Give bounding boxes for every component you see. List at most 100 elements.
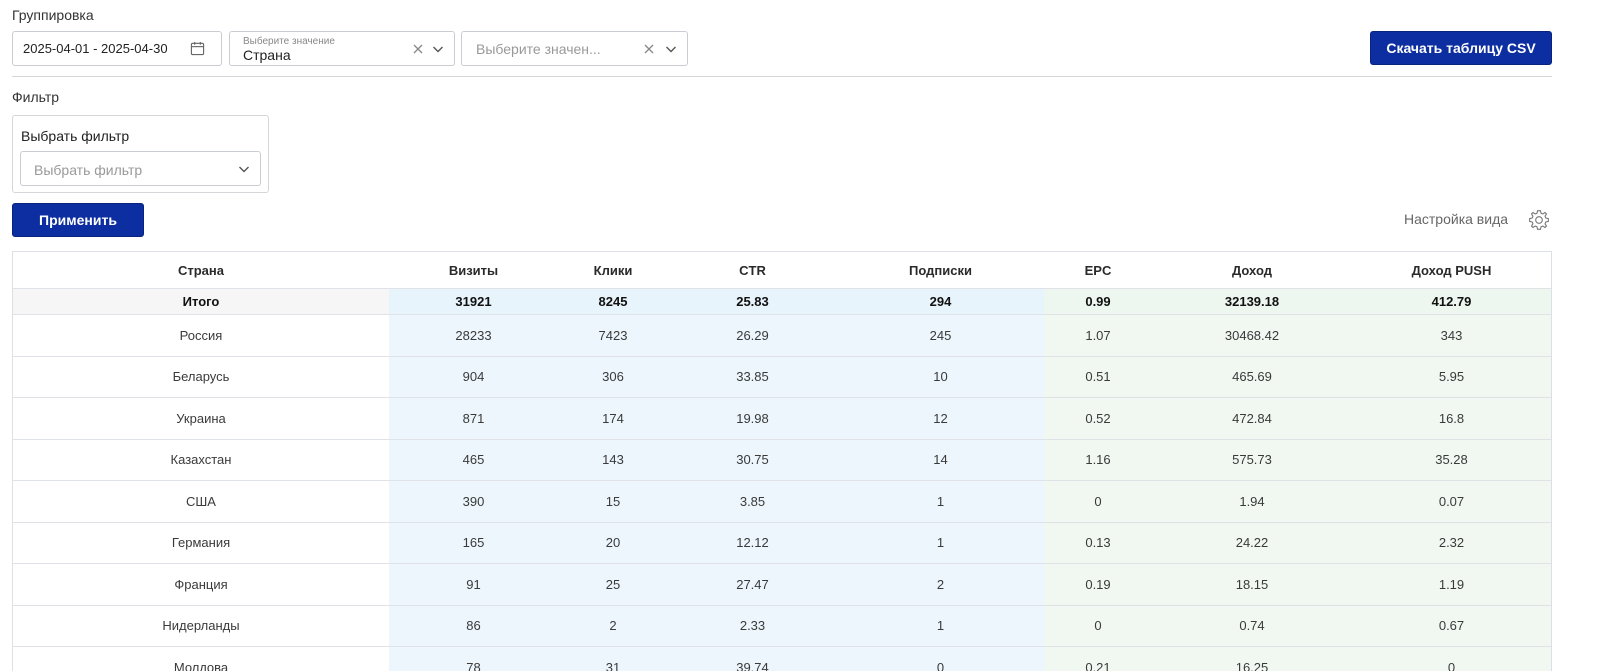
table-cell: 0 <box>1044 481 1152 523</box>
table-cell: Германия <box>13 522 389 564</box>
table-cell: 0.13 <box>1044 522 1152 564</box>
table-row[interactable]: Германия1652012.1210.1324.222.32 <box>13 522 1551 564</box>
table-cell: 465 <box>389 439 558 481</box>
table-cell: 15 <box>558 481 668 523</box>
table-cell: 0 <box>837 647 1044 671</box>
table-cell: 91 <box>389 564 558 606</box>
table-cell: 904 <box>389 356 558 398</box>
column-header[interactable]: CTR <box>668 252 837 289</box>
table-cell: 27.47 <box>668 564 837 606</box>
table-cell: 0.74 <box>1152 605 1352 647</box>
table-cell: 2.32 <box>1352 522 1551 564</box>
table-cell: 18.15 <box>1152 564 1352 606</box>
table-cell: 2 <box>558 605 668 647</box>
chevron-down-icon[interactable] <box>237 162 251 176</box>
table-cell: 465.69 <box>1152 356 1352 398</box>
table-cell: 78 <box>389 647 558 671</box>
table-total-row: Итого 31921 8245 25.83 294 0.99 32139.18… <box>13 289 1551 315</box>
table-cell: 294 <box>837 289 1044 315</box>
table-cell: 12.12 <box>668 522 837 564</box>
table-cell: 35.28 <box>1352 439 1551 481</box>
select-small-label: Выберите значение <box>243 36 335 47</box>
table-cell: 25.83 <box>668 289 837 315</box>
apply-button[interactable]: Применить <box>12 203 144 237</box>
column-header[interactable]: Доход <box>1152 252 1352 289</box>
grouping-select-1[interactable]: Выберите значение Страна <box>229 31 455 66</box>
table-row[interactable]: Нидерланды8622.33100.740.67 <box>13 605 1551 647</box>
table-cell: 0 <box>1352 647 1551 671</box>
table-cell: Нидерланды <box>13 605 389 647</box>
section-divider <box>12 76 1552 77</box>
table-cell: 12 <box>837 398 1044 440</box>
column-header[interactable]: Подписки <box>837 252 1044 289</box>
table-cell: 30.75 <box>668 439 837 481</box>
table-cell: 245 <box>837 315 1044 357</box>
table-cell: 33.85 <box>668 356 837 398</box>
filter-box: Выбрать фильтр Выбрать фильтр <box>12 115 269 193</box>
column-header[interactable]: EPC <box>1044 252 1152 289</box>
clear-icon[interactable] <box>642 42 656 56</box>
table-row[interactable]: Франция912527.4720.1918.151.19 <box>13 564 1551 606</box>
chevron-down-icon[interactable] <box>431 42 445 56</box>
table-cell: 390 <box>389 481 558 523</box>
table-row[interactable]: Беларусь90430633.85100.51465.695.95 <box>13 356 1551 398</box>
table-cell: 0.19 <box>1044 564 1152 606</box>
table-row[interactable]: Молдова783139.7400.2116.250 <box>13 647 1551 671</box>
table-cell: 0.21 <box>1044 647 1152 671</box>
column-header[interactable]: Визиты <box>389 252 558 289</box>
table-cell: 0.67 <box>1352 605 1551 647</box>
table-cell: 165 <box>389 522 558 564</box>
table-cell: 3.85 <box>668 481 837 523</box>
select-placeholder: Выберите значен... <box>476 41 601 57</box>
table-cell: 1.19 <box>1352 564 1551 606</box>
table-cell: 5.95 <box>1352 356 1551 398</box>
column-header[interactable]: Доход PUSH <box>1352 252 1551 289</box>
table-cell: 0.51 <box>1044 356 1152 398</box>
table-cell: 2.33 <box>668 605 837 647</box>
calendar-icon <box>190 41 205 56</box>
table-cell: 31 <box>558 647 668 671</box>
table-header-row: Страна Визиты Клики CTR Подписки EPC Дох… <box>13 252 1551 289</box>
table-cell: Россия <box>13 315 389 357</box>
column-header[interactable]: Страна <box>13 252 389 289</box>
table-cell: 14 <box>837 439 1044 481</box>
table-cell: 472.84 <box>1152 398 1352 440</box>
table-cell: 412.79 <box>1352 289 1551 315</box>
table-cell: 343 <box>1352 315 1551 357</box>
filter-box-title: Выбрать фильтр <box>21 128 129 144</box>
table-cell: 16.8 <box>1352 398 1551 440</box>
column-header[interactable]: Клики <box>558 252 668 289</box>
grouping-select-2[interactable]: Выберите значен... <box>461 31 688 66</box>
table-row[interactable]: Казахстан46514330.75141.16575.7335.28 <box>13 439 1551 481</box>
table-row[interactable]: Украина87117419.98120.52472.8416.8 <box>13 398 1551 440</box>
filter-select[interactable]: Выбрать фильтр <box>20 151 261 186</box>
table-cell: 25 <box>558 564 668 606</box>
table-cell: 0 <box>1044 605 1152 647</box>
table-cell: США <box>13 481 389 523</box>
table-cell: 306 <box>558 356 668 398</box>
table-cell: 8245 <box>558 289 668 315</box>
select-value: Страна <box>243 47 291 63</box>
table-cell: 143 <box>558 439 668 481</box>
download-csv-button[interactable]: Скачать таблицу CSV <box>1370 31 1552 65</box>
table-cell: Украина <box>13 398 389 440</box>
date-range-value: 2025-04-01 - 2025-04-30 <box>23 41 168 56</box>
view-settings-label[interactable]: Настройка вида <box>1404 211 1508 227</box>
table-row[interactable]: Россия28233742326.292451.0730468.42343 <box>13 315 1551 357</box>
filter-label: Фильтр <box>12 89 59 105</box>
table-cell: Франция <box>13 564 389 606</box>
table-row[interactable]: США390153.85101.940.07 <box>13 481 1551 523</box>
table-cell: 39.74 <box>668 647 837 671</box>
clear-icon[interactable] <box>411 42 425 56</box>
table-cell: 1 <box>837 522 1044 564</box>
table-cell: 871 <box>389 398 558 440</box>
filter-select-placeholder: Выбрать фильтр <box>34 162 142 178</box>
table-cell: 30468.42 <box>1152 315 1352 357</box>
table-cell: 28233 <box>389 315 558 357</box>
table-cell: Беларусь <box>13 356 389 398</box>
table-cell: 2 <box>837 564 1044 606</box>
gear-icon[interactable] <box>1528 209 1550 231</box>
date-range-picker[interactable]: 2025-04-01 - 2025-04-30 <box>12 31 222 66</box>
table-cell: Молдова <box>13 647 389 671</box>
chevron-down-icon[interactable] <box>664 42 678 56</box>
